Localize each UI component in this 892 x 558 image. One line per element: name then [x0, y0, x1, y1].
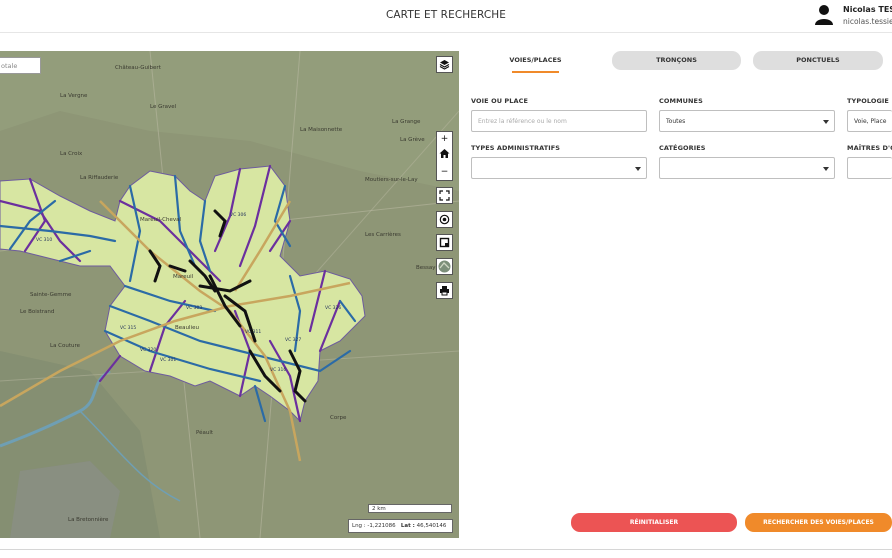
map-road-label: VC 311 [245, 329, 261, 335]
typologie-select[interactable]: Voie, Place [847, 110, 892, 132]
map-road-label: VC 303 [186, 305, 202, 311]
map-place-label: Sainte-Gemme [30, 292, 72, 298]
map-place-label: Mareuil [173, 274, 194, 280]
lat-label: Lat : [400, 523, 415, 529]
map-road-label: VC 320 [140, 347, 156, 353]
tab-label: TRONÇONS [656, 56, 697, 64]
map-place-label: Corpe [330, 415, 347, 421]
zoom-controls: + − [436, 131, 453, 181]
page-title: CARTE ET RECHERCHE [385, 9, 507, 21]
voie-input[interactable]: Entrez la référence ou le nom [471, 110, 647, 132]
map-place-label: Péault [196, 429, 214, 436]
user-avatar-icon[interactable] [815, 4, 833, 26]
reset-button[interactable]: RÉINITIALISER [571, 513, 737, 532]
map-place-label: La Vergne [60, 93, 88, 99]
lat-value: 46,540146 [416, 523, 447, 529]
locate-button[interactable] [436, 211, 453, 228]
print-button[interactable] [436, 282, 453, 299]
fullscreen-icon [439, 190, 450, 201]
map-road-label: VC 326 [325, 305, 341, 311]
map-road-label: VC 306 [230, 212, 246, 218]
print-icon [440, 286, 449, 296]
square-select-icon [439, 237, 450, 248]
map-place-label: La Couture [50, 343, 81, 349]
layers-icon [439, 60, 450, 70]
map-place-label: Moutiers-sur-le-Lay [365, 177, 418, 183]
types-admin-select[interactable] [471, 157, 647, 179]
tab-ponctuels[interactable]: PONCTUELS [753, 51, 883, 70]
communes-label: COMMUNES [659, 97, 703, 105]
map-place-label: La Grève [400, 136, 425, 143]
map-road-label: VC 315 [120, 325, 136, 331]
layers-button[interactable] [436, 56, 453, 73]
footer-divider [0, 549, 892, 550]
lng-value: -1,221086 [367, 523, 396, 529]
active-tab-underline [512, 71, 559, 73]
maitres-label: MAÎTRES D'OU [847, 144, 892, 152]
zoom-in-button[interactable]: + [437, 133, 452, 145]
map-view[interactable]: Château-Guibert La Vergne Le Gravel La G… [0, 51, 459, 538]
map-place-label: Bessay [416, 265, 436, 271]
map-place-label: Le Boistrand [20, 309, 54, 315]
map-scale-bar: 2 km [368, 504, 452, 513]
fullscreen-button[interactable] [436, 187, 453, 204]
map-search-input[interactable]: otale [0, 57, 41, 74]
target-icon [439, 214, 450, 225]
map-place-label: La Croix [60, 151, 83, 157]
tab-troncons[interactable]: TRONÇONS [612, 51, 741, 70]
chevron-down-icon [635, 167, 641, 171]
map-road-label: VC 327 [285, 337, 301, 343]
tab-label: PONCTUELS [796, 56, 840, 64]
communes-select[interactable]: Toutes [659, 110, 835, 132]
lng-label: Lng : [352, 523, 366, 529]
categories-select[interactable] [659, 157, 835, 179]
categories-label: CATÉGORIES [659, 144, 706, 152]
chevron-down-icon [823, 167, 829, 171]
map-place-label: La Grange [392, 119, 421, 125]
basemap-toggle-button[interactable] [436, 258, 453, 275]
top-bar: CARTE ET RECHERCHE Nicolas TESSI nicolas… [0, 0, 892, 33]
user-email: nicolas.tessie [843, 17, 892, 26]
search-button[interactable]: RECHERCHER DES VOIES/PLACES [745, 513, 892, 532]
chevron-down-icon [823, 120, 829, 124]
typologie-label: TYPOLOGIE [847, 97, 889, 105]
communes-value: Toutes [666, 118, 686, 125]
draw-rectangle-button[interactable] [436, 234, 453, 251]
map-road-label: VC 301 [160, 357, 176, 363]
map-place-label: La Riffauderie [80, 175, 119, 181]
satellite-thumbnail-icon [438, 260, 451, 273]
map-place-label: Mareuil-Cheval [140, 217, 182, 223]
home-icon[interactable] [439, 148, 450, 159]
map-road-label: VC 316 [270, 367, 286, 373]
zoom-out-button[interactable]: − [437, 166, 452, 178]
map-place-label: La Maisonnette [300, 127, 343, 133]
types-admin-label: TYPES ADMINISTRATIFS [471, 144, 561, 152]
tab-voies-places[interactable]: VOIES/PLACES [496, 51, 575, 73]
map-coordinates: Lng : -1,221086 Lat : 46,540146 [348, 519, 453, 533]
user-name: Nicolas TESSI [843, 5, 892, 14]
map-road-label: VC 310 [36, 237, 52, 243]
maitres-select[interactable] [847, 157, 892, 179]
tab-label: VOIES/PLACES [509, 56, 562, 64]
map-place-label: Beaulieu [175, 325, 199, 331]
map-place-label: Le Gravel [150, 104, 177, 110]
map-place-label: Château-Guibert [115, 64, 162, 71]
map-canvas[interactable]: Château-Guibert La Vergne Le Gravel La G… [0, 51, 459, 538]
voie-label: VOIE OU PLACE [471, 97, 529, 105]
typologie-value: Voie, Place [854, 118, 887, 125]
map-place-label: Les Carrières [365, 231, 401, 238]
map-place-label: La Bretonnière [68, 516, 109, 523]
